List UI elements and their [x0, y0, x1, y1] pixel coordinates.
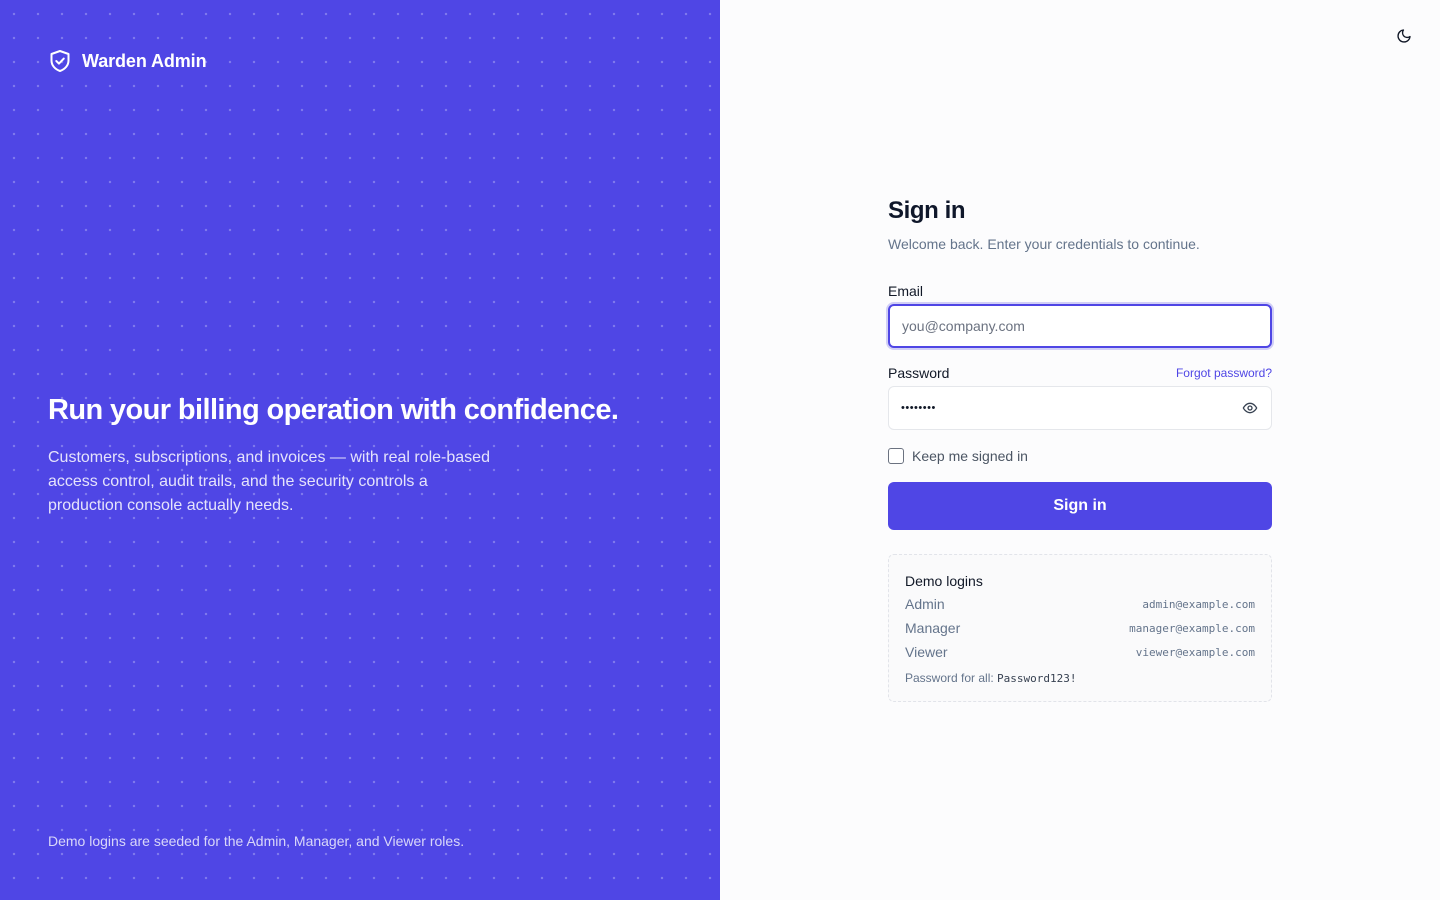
demo-email: manager@example.com	[1129, 621, 1255, 635]
password-input[interactable]	[901, 402, 1241, 414]
demo-account-row: Manager manager@example.com	[905, 619, 1255, 637]
demo-role: Admin	[905, 596, 945, 612]
demo-password-note: Password for all: Password123!	[905, 671, 1255, 685]
brand-name: Warden Admin	[82, 50, 207, 71]
auth-panel: Sign in Welcome back. Enter your credent…	[720, 0, 1440, 900]
demo-password-prefix: Password for all:	[905, 671, 994, 685]
remember-me-label[interactable]: Keep me signed in	[912, 448, 1028, 464]
sign-in-form: Sign in Welcome back. Enter your credent…	[888, 196, 1272, 702]
demo-email: admin@example.com	[1142, 597, 1255, 611]
show-password-toggle[interactable]	[1241, 399, 1259, 417]
forgot-password-link[interactable]: Forgot password?	[1176, 366, 1272, 380]
demo-account-row: Viewer viewer@example.com	[905, 643, 1255, 661]
demo-password-value: Password123!	[997, 672, 1077, 685]
brand-footer-note: Demo logins are seeded for the Admin, Ma…	[48, 833, 465, 849]
email-input[interactable]	[902, 318, 1258, 334]
password-field-group: Password Forgot password?	[888, 364, 1272, 430]
password-input-box	[888, 386, 1272, 430]
demo-role: Manager	[905, 620, 961, 636]
email-input-box	[888, 304, 1272, 348]
hero: Run your billing operation with confiden…	[48, 392, 648, 518]
theme-toggle-button[interactable]	[1392, 24, 1416, 48]
login-page: Warden Admin Run your billing operation …	[0, 0, 1440, 900]
email-field-group: Email	[888, 282, 1272, 348]
form-title: Sign in	[888, 197, 966, 224]
remember-me-checkbox[interactable]	[888, 448, 904, 464]
eye-icon	[1242, 400, 1258, 416]
password-label: Password	[888, 365, 950, 381]
hero-title: Run your billing operation with confiden…	[48, 394, 619, 426]
email-label: Email	[888, 283, 924, 299]
moon-icon	[1396, 28, 1412, 44]
remember-me-row: Keep me signed in	[888, 448, 1272, 464]
hero-description: Customers, subscriptions, and invoices —…	[48, 449, 490, 514]
brand-panel: Warden Admin Run your billing operation …	[0, 0, 720, 900]
brand-logo: Warden Admin	[48, 48, 207, 74]
form-subtitle: Welcome back. Enter your credentials to …	[888, 236, 1200, 252]
sign-in-button[interactable]: Sign in	[888, 482, 1272, 530]
shield-check-icon	[48, 48, 72, 74]
demo-role: Viewer	[905, 644, 948, 660]
demo-account-row: Admin admin@example.com	[905, 595, 1255, 613]
demo-logins-box: Demo logins Admin admin@example.com Mana…	[888, 554, 1272, 702]
demo-email: viewer@example.com	[1135, 645, 1255, 659]
demo-logins-title: Demo logins	[905, 573, 983, 589]
